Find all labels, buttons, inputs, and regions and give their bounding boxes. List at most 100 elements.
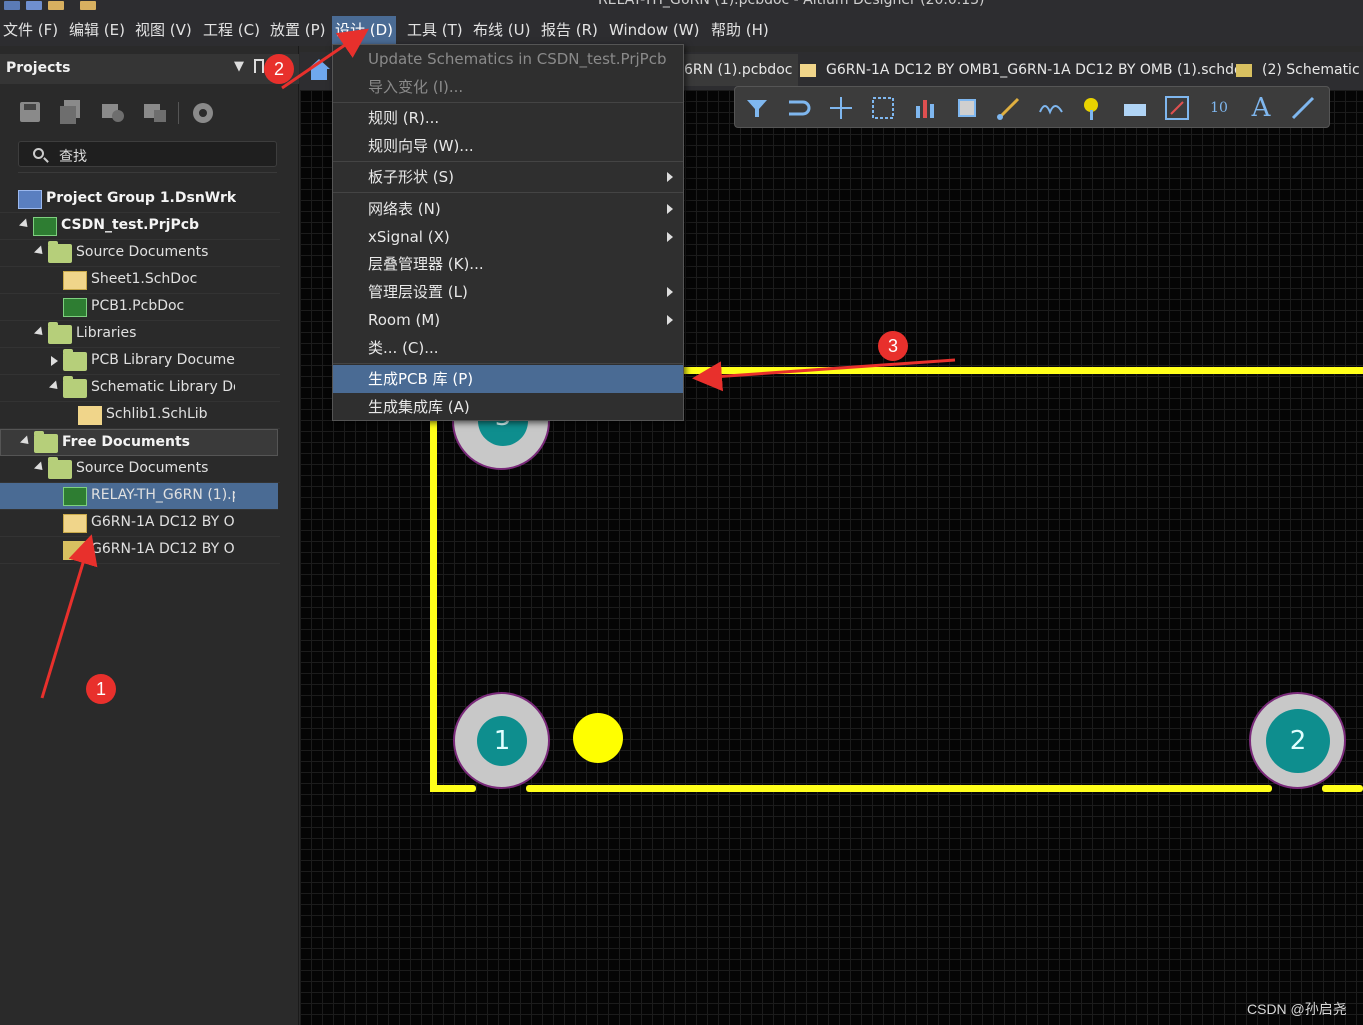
menu-netlist[interactable]: 网络表 (N) [333, 195, 683, 223]
tree-item-sheet1[interactable]: Sheet1.SchDoc [0, 267, 280, 294]
tab-schlib[interactable]: (2) Schematic L [1230, 54, 1363, 86]
folder-icon [63, 349, 87, 371]
menu-label: 板子形状 (S) [368, 168, 454, 186]
menu-reports[interactable]: 报告 (R) [538, 16, 601, 44]
search-icon [33, 148, 44, 159]
schdoc-icon [63, 271, 87, 290]
menu-rules[interactable]: 规则 (R)... [333, 104, 683, 132]
dimension-icon[interactable]: 10 [1205, 94, 1233, 122]
tree-item-g6rn-schdoc[interactable]: G6RN-1A DC12 BY OM [0, 510, 280, 537]
fill-icon[interactable] [1121, 94, 1149, 122]
folder-icon [34, 431, 58, 453]
pad-2[interactable]: 2 [1249, 692, 1346, 789]
menu-rules-wizard[interactable]: 规则向导 (W)... [333, 132, 683, 160]
save-all-icon[interactable] [58, 100, 84, 126]
tree-item-label: Schematic Library Doc [91, 379, 235, 395]
pcb-trace[interactable] [430, 785, 476, 792]
submenu-arrow-icon [667, 172, 673, 182]
tree-item-project-group[interactable]: Project Group 1.DsnWrk [0, 186, 280, 213]
submenu-arrow-icon [667, 232, 673, 242]
menu-import-changes: 导入变化 (I)... [368, 78, 464, 96]
menu-window[interactable]: Window (W) [606, 16, 702, 44]
pcbdoc-icon [63, 298, 87, 317]
route-icon[interactable] [785, 94, 813, 122]
line-icon[interactable] [1289, 94, 1317, 122]
menu-design[interactable]: 设计 (D) [332, 16, 397, 44]
tree-item-pcb-library[interactable]: PCB Library Document [0, 348, 280, 375]
tree-item-relay-pcbdoc[interactable]: RELAY-TH_G6RN (1).pc [0, 483, 278, 510]
menu-xsignal[interactable]: xSignal (X) [333, 223, 683, 251]
tree-item-schlib1[interactable]: Schlib1.SchLib [0, 402, 280, 429]
menu-file[interactable]: 文件 (F) [0, 16, 61, 44]
diff-pair-icon[interactable] [1037, 94, 1065, 122]
menu-separator [333, 102, 683, 103]
folder-icon [48, 322, 72, 344]
menu-layer-stack-manager[interactable]: 层叠管理器 (K)... [333, 250, 683, 278]
divider [18, 172, 277, 173]
tree-item-label: CSDN_test.PrjPcb [61, 217, 200, 233]
menu-edit[interactable]: 编辑 (E) [66, 16, 128, 44]
expand-icon[interactable] [33, 326, 47, 339]
text-icon[interactable]: A [1247, 94, 1275, 122]
menu-view[interactable]: 视图 (V) [132, 16, 195, 44]
menu-bar: 文件 (F) 编辑 (E) 视图 (V) 工程 (C) 放置 (P) 设计 (D… [0, 14, 1363, 46]
pcb-trace[interactable] [430, 420, 437, 792]
chart-icon[interactable] [911, 94, 939, 122]
menu-route[interactable]: 布线 (U) [470, 16, 533, 44]
pcb-trace[interactable] [526, 785, 1272, 792]
menu-room[interactable]: Room (M) [333, 306, 683, 334]
tree-item-libraries[interactable]: Libraries [0, 321, 280, 348]
tree-item-g6rn-schlib[interactable]: G6RN-1A DC12 BY OM [0, 537, 280, 564]
folder-icon [48, 241, 72, 263]
tree-item-label: Project Group 1.DsnWrk [46, 190, 237, 206]
pcb-trace[interactable] [1322, 785, 1363, 792]
pcb-trace[interactable] [684, 367, 1363, 374]
schdoc-icon [800, 63, 816, 77]
tree-item-pcb1[interactable]: PCB1.PcbDoc [0, 294, 280, 321]
expand-icon[interactable] [33, 245, 47, 258]
expand-icon[interactable] [51, 356, 58, 366]
project-options-icon[interactable] [100, 100, 126, 126]
schlib-icon [1236, 63, 1252, 77]
tree-item-free-documents[interactable]: Free Documents [0, 429, 278, 456]
tree-item-csdn-project[interactable]: CSDN_test.PrjPcb [0, 213, 280, 240]
tab-pcbdoc[interactable]: 6RN (1).pcbdoc [678, 54, 799, 86]
expand-icon[interactable] [33, 461, 47, 474]
text-glyph: A [1251, 93, 1271, 123]
menu-board-shape[interactable]: 板子形状 (S) [333, 163, 683, 191]
cross-icon[interactable] [827, 94, 855, 122]
expand-icon[interactable] [18, 218, 32, 231]
project-save-icon[interactable] [142, 100, 168, 126]
menu-make-integrated-library[interactable]: 生成集成库 (A) [333, 393, 683, 421]
home-icon[interactable] [306, 56, 332, 82]
tree-item-source-documents[interactable]: Source Documents [0, 240, 280, 267]
menu-tools[interactable]: 工具 (T) [404, 16, 466, 44]
pin-icon[interactable] [254, 59, 264, 73]
pin-icon[interactable] [1079, 94, 1107, 122]
expand-icon[interactable] [48, 380, 62, 393]
expand-icon[interactable] [19, 435, 33, 448]
tree-item-label: PCB Library Document [91, 352, 235, 368]
menu-classes[interactable]: 类... (C)... [333, 334, 683, 362]
search-input[interactable]: 查找 [18, 141, 277, 167]
menu-help[interactable]: 帮助 (H) [708, 16, 772, 44]
via[interactable] [573, 713, 623, 763]
pcb-active-toolbar: 10 A [734, 86, 1330, 128]
tree-item-free-source-documents[interactable]: Source Documents [0, 456, 280, 483]
interactive-route-icon[interactable] [995, 94, 1023, 122]
select-rect-icon[interactable] [869, 94, 897, 122]
gear-icon[interactable] [190, 100, 216, 126]
menu-project[interactable]: 工程 (C) [200, 16, 263, 44]
menu-manage-layer-sets[interactable]: 管理层设置 (L) [333, 278, 683, 306]
arc-icon[interactable] [1163, 94, 1191, 122]
menu-make-pcb-library[interactable]: 生成PCB 库 (P) [333, 365, 683, 393]
filter-icon[interactable] [743, 94, 771, 122]
component-icon[interactable] [953, 94, 981, 122]
tab-schdoc[interactable]: G6RN-1A DC12 BY OMB1_G6RN-1A DC12 BY OMB… [794, 54, 1256, 86]
tree-item-schematic-library[interactable]: Schematic Library Doc [0, 375, 280, 402]
chevron-down-icon[interactable]: ▼ [234, 59, 244, 74]
menu-place[interactable]: 放置 (P) [267, 16, 329, 44]
tab-label: G6RN-1A DC12 BY OMB1_G6RN-1A DC12 BY OMB… [826, 62, 1251, 78]
save-icon[interactable] [18, 100, 44, 126]
pad-1[interactable]: 1 [453, 692, 550, 789]
